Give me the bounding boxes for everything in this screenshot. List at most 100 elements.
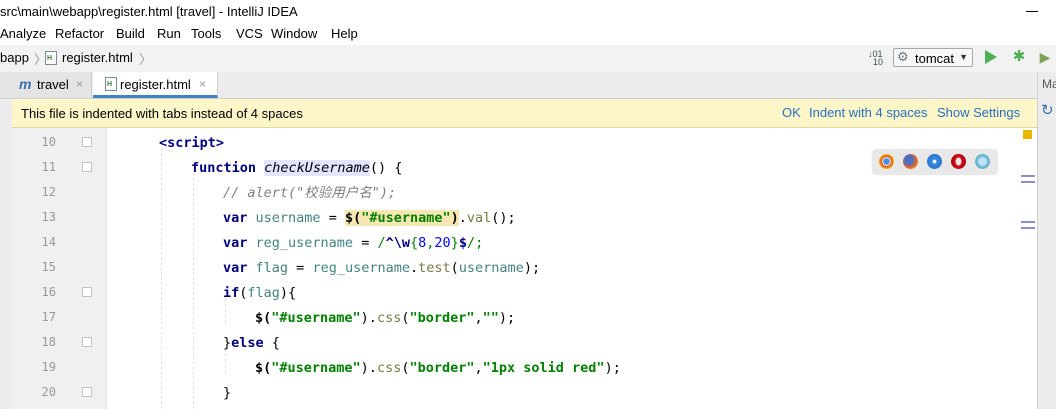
code-token: <script>	[159, 135, 225, 151]
line-number: 20	[41, 385, 56, 399]
breadcrumb-register[interactable]: register.html	[62, 50, 133, 65]
fold-marker-icon[interactable]	[82, 137, 92, 147]
debug-button[interactable]: ✱	[1010, 48, 1028, 66]
run-config-label: tomcat	[915, 51, 955, 66]
sort-icon[interactable]: ↓01 10	[868, 50, 884, 67]
menu-vcs[interactable]: VCS	[236, 26, 263, 41]
code-token: "#username"	[271, 310, 361, 326]
right-tool-strip: Ma ↻	[1037, 72, 1056, 409]
banner-ok-link[interactable]: OK	[782, 105, 801, 120]
code-token: {	[410, 235, 419, 251]
code-line-19: $("#username").css("border","1px solid r…	[255, 358, 621, 378]
maven-panel-label[interactable]: Ma	[1042, 77, 1056, 91]
code-token: css	[376, 360, 402, 376]
indent-guide	[161, 148, 162, 409]
usage-marker[interactable]	[1021, 181, 1035, 183]
code-token: }	[450, 235, 459, 251]
code-token: .	[409, 260, 419, 276]
menu-run[interactable]: Run	[157, 26, 181, 41]
chevron-right-icon: 〉	[139, 52, 153, 67]
banner-indent-link[interactable]: Indent with 4 spaces	[809, 105, 928, 120]
fold-marker-icon[interactable]	[82, 162, 92, 172]
run-config-selector[interactable]: ⚙ tomcat ▼	[893, 48, 973, 67]
code-token: checkUsername	[264, 160, 370, 176]
code-token: var	[223, 260, 248, 276]
code-token: ){	[279, 285, 297, 301]
safari-icon[interactable]	[927, 154, 942, 169]
opera-icon[interactable]	[951, 154, 966, 169]
fold-marker-icon[interactable]	[82, 287, 92, 297]
usage-marker[interactable]	[1021, 227, 1035, 229]
code-token: /	[377, 235, 386, 251]
menu-refactor[interactable]: Refactor	[55, 26, 104, 41]
code-token: ,	[474, 360, 483, 376]
code-token: );	[604, 360, 621, 376]
banner-message: This file is indented with tabs instead …	[21, 106, 303, 121]
code-token: () {	[369, 160, 403, 176]
firefox-icon[interactable]	[903, 154, 918, 169]
editor-tab-bar: m travel × H register.html ×	[0, 72, 1037, 99]
usage-marker[interactable]	[1021, 221, 1035, 223]
code-line-18: }else {	[223, 333, 280, 353]
close-icon[interactable]: ×	[76, 77, 83, 91]
code-line-14: var reg_username = /^\w{8,20}$/;	[223, 233, 483, 253]
menu-analyze[interactable]: Analyze	[0, 26, 46, 41]
line-number: 17	[41, 310, 56, 324]
fold-marker-icon[interactable]	[82, 337, 92, 347]
ie-icon[interactable]	[975, 154, 990, 169]
breadcrumb-webapp[interactable]: bapp	[0, 50, 29, 65]
code-token: $(	[255, 360, 272, 376]
warning-marker-icon[interactable]	[1023, 130, 1032, 139]
gear-icon: ⚙	[897, 49, 909, 64]
code-line-12: // alert("校验用户名");	[223, 183, 396, 203]
window-title: src\main\webapp\register.html [travel] -…	[0, 4, 298, 19]
run-button[interactable]	[985, 50, 997, 64]
close-icon[interactable]: ×	[199, 77, 206, 91]
fold-marker-icon[interactable]	[82, 387, 92, 397]
line-number: 12	[41, 185, 56, 199]
menu-bar: Analyze Refactor Build Run Tools VCS Win…	[0, 24, 1056, 45]
line-number: 15	[41, 260, 56, 274]
minimize-icon[interactable]	[1026, 11, 1038, 12]
code-line-13: var username = $("#username").val();	[223, 208, 516, 228]
code-token: ^\w	[385, 235, 410, 251]
title-bar: src\main\webapp\register.html [travel] -…	[0, 0, 1056, 24]
html-file-icon: H	[45, 51, 57, 65]
coverage-button[interactable]: ▶	[1036, 48, 1054, 66]
line-number: 13	[41, 210, 56, 224]
tab-register-html[interactable]: H register.html ×	[93, 72, 218, 98]
code-token: (	[450, 260, 459, 276]
line-number: 10	[41, 135, 56, 149]
code-token: );	[523, 260, 541, 276]
code-token: css	[376, 310, 402, 326]
error-stripe[interactable]	[1018, 128, 1037, 409]
menu-tools[interactable]: Tools	[191, 26, 221, 41]
code-line-10: <script>	[159, 133, 224, 153]
code-token: .	[458, 210, 467, 226]
code-token: // alert("校验用户名");	[223, 185, 397, 201]
code-token: "1px solid red"	[482, 360, 605, 376]
tab-travel[interactable]: m travel ×	[0, 72, 92, 98]
code-line-15: var flag = reg_username.test(username);	[223, 258, 540, 278]
code-token: username	[255, 210, 321, 226]
indent-guide	[193, 173, 194, 409]
code-token: );	[498, 310, 516, 326]
menu-build[interactable]: Build	[116, 26, 145, 41]
code-token: reg_username	[312, 260, 410, 276]
code-token: var	[223, 235, 248, 251]
code-token: ,	[474, 310, 483, 326]
chrome-icon[interactable]	[879, 154, 894, 169]
html-file-icon: H	[105, 77, 117, 91]
menu-window[interactable]: Window	[271, 26, 317, 41]
refresh-icon[interactable]: ↻	[1041, 101, 1054, 119]
banner-settings-link[interactable]: Show Settings	[937, 105, 1020, 120]
code-token: else	[231, 335, 264, 351]
code-token: }	[223, 385, 232, 401]
usage-marker[interactable]	[1021, 175, 1035, 177]
chevron-down-icon: ▼	[959, 52, 968, 62]
line-number: 11	[41, 160, 56, 174]
code-token: username	[458, 260, 524, 276]
code-token: =	[320, 210, 345, 226]
code-line-20: }	[223, 383, 231, 403]
menu-help[interactable]: Help	[331, 26, 358, 41]
